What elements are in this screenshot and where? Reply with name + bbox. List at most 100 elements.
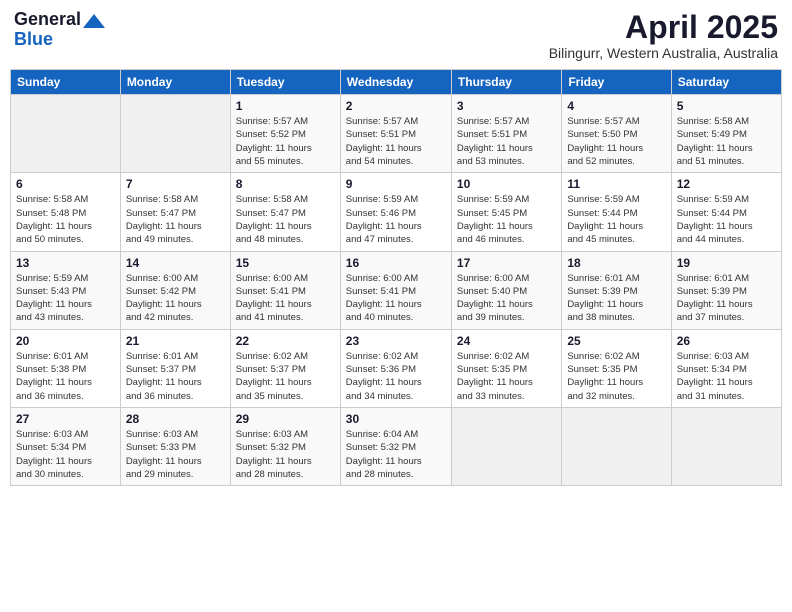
day-detail: Sunrise: 6:01 AM Sunset: 5:39 PM Dayligh…	[677, 272, 776, 325]
day-number: 28	[126, 412, 225, 426]
day-number: 5	[677, 99, 776, 113]
logo: General Blue	[14, 10, 105, 50]
day-number: 18	[567, 256, 665, 270]
day-detail: Sunrise: 6:00 AM Sunset: 5:41 PM Dayligh…	[346, 272, 446, 325]
calendar-cell	[11, 95, 121, 173]
day-detail: Sunrise: 5:57 AM Sunset: 5:51 PM Dayligh…	[346, 115, 446, 168]
day-detail: Sunrise: 6:02 AM Sunset: 5:35 PM Dayligh…	[457, 350, 556, 403]
day-number: 25	[567, 334, 665, 348]
calendar-cell: 30 Sunrise: 6:04 AM Sunset: 5:32 PM Dayli…	[340, 407, 451, 485]
day-detail: Sunrise: 5:59 AM Sunset: 5:44 PM Dayligh…	[567, 193, 665, 246]
day-detail: Sunrise: 5:58 AM Sunset: 5:47 PM Dayligh…	[236, 193, 335, 246]
day-number: 27	[16, 412, 115, 426]
column-header-saturday: Saturday	[671, 70, 781, 95]
column-header-sunday: Sunday	[11, 70, 121, 95]
day-number: 20	[16, 334, 115, 348]
day-detail: Sunrise: 5:57 AM Sunset: 5:52 PM Dayligh…	[236, 115, 335, 168]
day-number: 22	[236, 334, 335, 348]
calendar-cell	[120, 95, 230, 173]
calendar-table: SundayMondayTuesdayWednesdayThursdayFrid…	[10, 69, 782, 486]
day-detail: Sunrise: 6:03 AM Sunset: 5:34 PM Dayligh…	[677, 350, 776, 403]
day-number: 26	[677, 334, 776, 348]
day-detail: Sunrise: 6:04 AM Sunset: 5:32 PM Dayligh…	[346, 428, 446, 481]
calendar-cell: 7Sunrise: 5:58 AM Sunset: 5:47 PM Daylig…	[120, 173, 230, 251]
day-number: 8	[236, 177, 335, 191]
day-number: 9	[346, 177, 446, 191]
calendar-cell: 11 Sunrise: 5:59 AM Sunset: 5:44 PM Dayli…	[562, 173, 671, 251]
day-number: 19	[677, 256, 776, 270]
calendar-cell: 6 Sunrise: 5:58 AM Sunset: 5:48 PM Daylig…	[11, 173, 121, 251]
calendar-cell: 25 Sunrise: 6:02 AM Sunset: 5:35 PM Dayli…	[562, 329, 671, 407]
calendar-cell: 1 Sunrise: 5:57 AM Sunset: 5:52 PM Daylig…	[230, 95, 340, 173]
calendar-cell: 28Sunrise: 6:03 AM Sunset: 5:33 PM Dayli…	[120, 407, 230, 485]
day-number: 15	[236, 256, 335, 270]
calendar-cell: 14Sunrise: 6:00 AM Sunset: 5:42 PM Dayli…	[120, 251, 230, 329]
calendar-week-4: 20 Sunrise: 6:01 AM Sunset: 5:38 PM Dayli…	[11, 329, 782, 407]
logo-text-general: General	[14, 10, 81, 30]
calendar-cell: 10 Sunrise: 5:59 AM Sunset: 5:45 PM Dayli…	[451, 173, 561, 251]
day-detail: Sunrise: 6:03 AM Sunset: 5:34 PM Dayligh…	[16, 428, 115, 481]
day-number: 21	[126, 334, 225, 348]
day-number: 1	[236, 99, 335, 113]
calendar-cell	[562, 407, 671, 485]
calendar-subtitle: Bilingurr, Western Australia, Australia	[549, 45, 778, 61]
column-header-monday: Monday	[120, 70, 230, 95]
column-header-wednesday: Wednesday	[340, 70, 451, 95]
day-detail: Sunrise: 6:01 AM Sunset: 5:38 PM Dayligh…	[16, 350, 115, 403]
column-header-thursday: Thursday	[451, 70, 561, 95]
day-detail: Sunrise: 6:02 AM Sunset: 5:35 PM Dayligh…	[567, 350, 665, 403]
calendar-cell: 23Sunrise: 6:02 AM Sunset: 5:36 PM Dayli…	[340, 329, 451, 407]
calendar-cell: 18 Sunrise: 6:01 AM Sunset: 5:39 PM Dayli…	[562, 251, 671, 329]
day-number: 30	[346, 412, 446, 426]
calendar-week-2: 6 Sunrise: 5:58 AM Sunset: 5:48 PM Daylig…	[11, 173, 782, 251]
day-detail: Sunrise: 5:59 AM Sunset: 5:45 PM Dayligh…	[457, 193, 556, 246]
calendar-week-3: 13Sunrise: 5:59 AM Sunset: 5:43 PM Dayli…	[11, 251, 782, 329]
day-detail: Sunrise: 6:01 AM Sunset: 5:37 PM Dayligh…	[126, 350, 225, 403]
calendar-cell: 24 Sunrise: 6:02 AM Sunset: 5:35 PM Dayli…	[451, 329, 561, 407]
day-number: 10	[457, 177, 556, 191]
day-number: 3	[457, 99, 556, 113]
calendar-cell: 17Sunrise: 6:00 AM Sunset: 5:40 PM Dayli…	[451, 251, 561, 329]
day-number: 12	[677, 177, 776, 191]
calendar-cell: 22Sunrise: 6:02 AM Sunset: 5:37 PM Dayli…	[230, 329, 340, 407]
day-number: 29	[236, 412, 335, 426]
day-detail: Sunrise: 5:58 AM Sunset: 5:47 PM Dayligh…	[126, 193, 225, 246]
calendar-cell: 12 Sunrise: 5:59 AM Sunset: 5:44 PM Dayli…	[671, 173, 781, 251]
day-detail: Sunrise: 6:02 AM Sunset: 5:36 PM Dayligh…	[346, 350, 446, 403]
title-block: April 2025 Bilingurr, Western Australia,…	[549, 10, 778, 61]
calendar-cell: 27 Sunrise: 6:03 AM Sunset: 5:34 PM Dayli…	[11, 407, 121, 485]
column-header-tuesday: Tuesday	[230, 70, 340, 95]
day-detail: Sunrise: 5:59 AM Sunset: 5:43 PM Dayligh…	[16, 272, 115, 325]
day-detail: Sunrise: 6:01 AM Sunset: 5:39 PM Dayligh…	[567, 272, 665, 325]
day-detail: Sunrise: 5:57 AM Sunset: 5:50 PM Dayligh…	[567, 115, 665, 168]
day-detail: Sunrise: 6:00 AM Sunset: 5:40 PM Dayligh…	[457, 272, 556, 325]
logo-arrow-icon	[83, 14, 105, 28]
calendar-title: April 2025	[549, 10, 778, 45]
day-number: 11	[567, 177, 665, 191]
day-detail: Sunrise: 5:58 AM Sunset: 5:48 PM Dayligh…	[16, 193, 115, 246]
calendar-cell: 13Sunrise: 5:59 AM Sunset: 5:43 PM Dayli…	[11, 251, 121, 329]
calendar-cell: 5 Sunrise: 5:58 AM Sunset: 5:49 PM Daylig…	[671, 95, 781, 173]
day-detail: Sunrise: 5:59 AM Sunset: 5:44 PM Dayligh…	[677, 193, 776, 246]
calendar-cell: 2 Sunrise: 5:57 AM Sunset: 5:51 PM Daylig…	[340, 95, 451, 173]
page-header: General Blue April 2025 Bilingurr, Weste…	[10, 10, 782, 61]
day-number: 2	[346, 99, 446, 113]
calendar-cell: 3Sunrise: 5:57 AM Sunset: 5:51 PM Daylig…	[451, 95, 561, 173]
calendar-cell: 15Sunrise: 6:00 AM Sunset: 5:41 PM Dayli…	[230, 251, 340, 329]
calendar-header-row: SundayMondayTuesdayWednesdayThursdayFrid…	[11, 70, 782, 95]
day-detail: Sunrise: 5:59 AM Sunset: 5:46 PM Dayligh…	[346, 193, 446, 246]
calendar-cell: 29 Sunrise: 6:03 AM Sunset: 5:32 PM Dayli…	[230, 407, 340, 485]
day-detail: Sunrise: 6:03 AM Sunset: 5:32 PM Dayligh…	[236, 428, 335, 481]
calendar-cell: 16Sunrise: 6:00 AM Sunset: 5:41 PM Dayli…	[340, 251, 451, 329]
calendar-cell: 4Sunrise: 5:57 AM Sunset: 5:50 PM Daylig…	[562, 95, 671, 173]
calendar-cell	[671, 407, 781, 485]
calendar-cell: 19 Sunrise: 6:01 AM Sunset: 5:39 PM Dayli…	[671, 251, 781, 329]
logo-text-blue: Blue	[14, 29, 53, 49]
calendar-cell	[451, 407, 561, 485]
day-detail: Sunrise: 5:58 AM Sunset: 5:49 PM Dayligh…	[677, 115, 776, 168]
day-number: 14	[126, 256, 225, 270]
day-number: 24	[457, 334, 556, 348]
calendar-cell: 9 Sunrise: 5:59 AM Sunset: 5:46 PM Daylig…	[340, 173, 451, 251]
calendar-week-5: 27 Sunrise: 6:03 AM Sunset: 5:34 PM Dayli…	[11, 407, 782, 485]
day-number: 6	[16, 177, 115, 191]
